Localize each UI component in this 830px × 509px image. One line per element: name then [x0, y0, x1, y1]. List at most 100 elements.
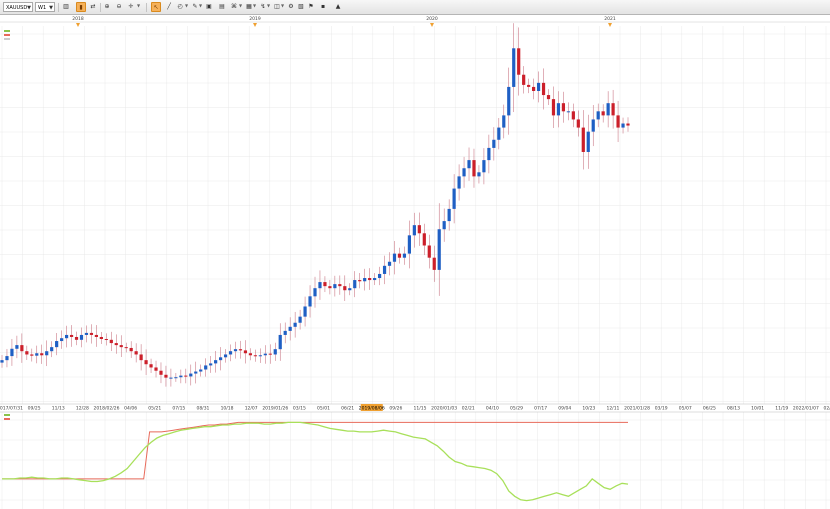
candle-body [611, 103, 615, 116]
candle-body [60, 338, 64, 342]
candle-body [527, 84, 531, 87]
x-tick-label: 2017/07/31 [0, 406, 23, 412]
x-tick-label: 08/13 [727, 406, 740, 412]
chevron-down-icon: ▼ [49, 5, 53, 11]
year-label: 2020 [426, 16, 438, 22]
candle-body [323, 282, 327, 287]
x-tick-label: 11/19 [775, 406, 788, 412]
candle-body [10, 348, 14, 357]
template-icon[interactable]: ▧ [296, 2, 306, 12]
x-tick-label: 11/13 [52, 406, 65, 412]
x-tick-label: 12/11 [606, 406, 619, 412]
legend-swatch-fast [4, 30, 10, 32]
candle-body [591, 119, 595, 132]
x-tick-label: 2020/01/03 [431, 406, 457, 412]
fib-tool-icon[interactable]: ⌘ [229, 2, 239, 12]
legend-swatch-neutral [4, 38, 10, 40]
chevron-down-icon[interactable]: ▼ [185, 3, 188, 8]
symbol-select[interactable]: XAUUSD ▼ [3, 2, 33, 12]
candle-body [616, 115, 620, 128]
toolbar-separator [100, 3, 101, 12]
candle-body [487, 147, 491, 161]
zoom-in-icon[interactable]: ⊕ [102, 2, 112, 12]
legend-swatch-slow [4, 34, 10, 36]
print-icon[interactable]: ▤ [217, 2, 227, 12]
line-chart-icon[interactable]: ⇄ [88, 2, 98, 12]
candle-body [437, 229, 441, 270]
candle-body [536, 82, 541, 91]
candle-body [318, 282, 322, 289]
x-tick-label: 02/21 [462, 406, 475, 412]
candle-body [447, 208, 451, 222]
candle-body [363, 278, 367, 282]
candle-body [581, 127, 585, 152]
indicator-fast-line [2, 421, 629, 502]
candle-body [288, 326, 292, 331]
candle-body [119, 345, 123, 348]
candle-body [507, 86, 511, 116]
candle-body [169, 377, 173, 379]
price-chart[interactable]: 2018 2019 2020 2021 2017/07/31 09/25 11/13 12/… [0, 15, 830, 509]
year-label: 2019 [249, 16, 261, 22]
candle-body [114, 343, 118, 346]
candle-body [497, 127, 501, 140]
candle-body [517, 48, 521, 75]
timeframe-select[interactable]: W1 ▼ [35, 2, 55, 12]
candlestick-chart-icon[interactable]: ▮ [76, 2, 86, 12]
candle-body [427, 245, 431, 258]
chevron-down-icon[interactable]: ▼ [281, 3, 284, 8]
x-tick-label: 09/25 [28, 406, 41, 412]
candle-body [0, 360, 4, 363]
alert-bell-icon[interactable]: ▲ [333, 2, 343, 12]
candle-body [402, 253, 407, 258]
candle-body [94, 334, 98, 337]
candle-body [492, 139, 496, 148]
indicator-legend-swatch-fast [4, 414, 10, 416]
x-tick-label: 05/29 [510, 406, 523, 412]
candle-body [238, 349, 243, 351]
x-tick-label: 2019/01/26 [262, 406, 288, 412]
settings-icon[interactable]: ⚙ [286, 2, 296, 12]
candle-body [541, 82, 546, 96]
x-tick-label: 09/04 [558, 406, 571, 412]
comment-icon[interactable]: ▪ [318, 2, 328, 12]
candle-body [596, 111, 600, 120]
chevron-down-icon[interactable]: ▼ [199, 3, 202, 8]
candle-body [199, 369, 203, 372]
candle-body [333, 284, 337, 289]
candle-body [45, 351, 49, 356]
text-tool-icon[interactable]: ◴ [175, 2, 185, 12]
alert-icon[interactable]: ⚑ [306, 2, 316, 12]
cursor-icon[interactable]: ↖ [151, 2, 161, 12]
candle-body [606, 103, 610, 116]
candle-body [20, 345, 24, 352]
candle-body [601, 111, 605, 116]
candle-body [392, 253, 397, 262]
candle-body [477, 172, 481, 177]
chevron-down-icon[interactable]: ▼ [239, 3, 242, 8]
candle-body [522, 74, 526, 85]
candle-body [243, 350, 248, 354]
chevron-down-icon[interactable]: ▼ [137, 3, 140, 8]
chevron-down-icon[interactable]: ▼ [253, 3, 256, 8]
line-tool-icon[interactable]: ╱ [164, 2, 174, 12]
candle-body [109, 339, 113, 344]
candle-body [55, 341, 59, 348]
zoom-out-icon[interactable]: ⊖ [114, 2, 124, 12]
save-icon[interactable]: ▣ [204, 2, 214, 12]
x-tick-label: 2018/02/26 [94, 406, 120, 412]
chevron-down-icon[interactable]: ▼ [267, 3, 270, 8]
candle-body [353, 280, 357, 289]
candle-body [154, 367, 158, 371]
crosshair-icon[interactable]: ✛ [126, 2, 136, 12]
indicator-legend-swatch-slow [4, 418, 10, 420]
candle-body [532, 86, 536, 91]
candle-body [373, 278, 377, 281]
bar-chart-icon[interactable]: ▥ [61, 2, 71, 12]
indicator-pane [2, 421, 629, 502]
chart-grid [0, 26, 830, 509]
candle-body [457, 176, 461, 189]
candle-body [124, 347, 128, 349]
x-tick-label: 09/26 [389, 406, 402, 412]
candle-body [571, 111, 575, 120]
